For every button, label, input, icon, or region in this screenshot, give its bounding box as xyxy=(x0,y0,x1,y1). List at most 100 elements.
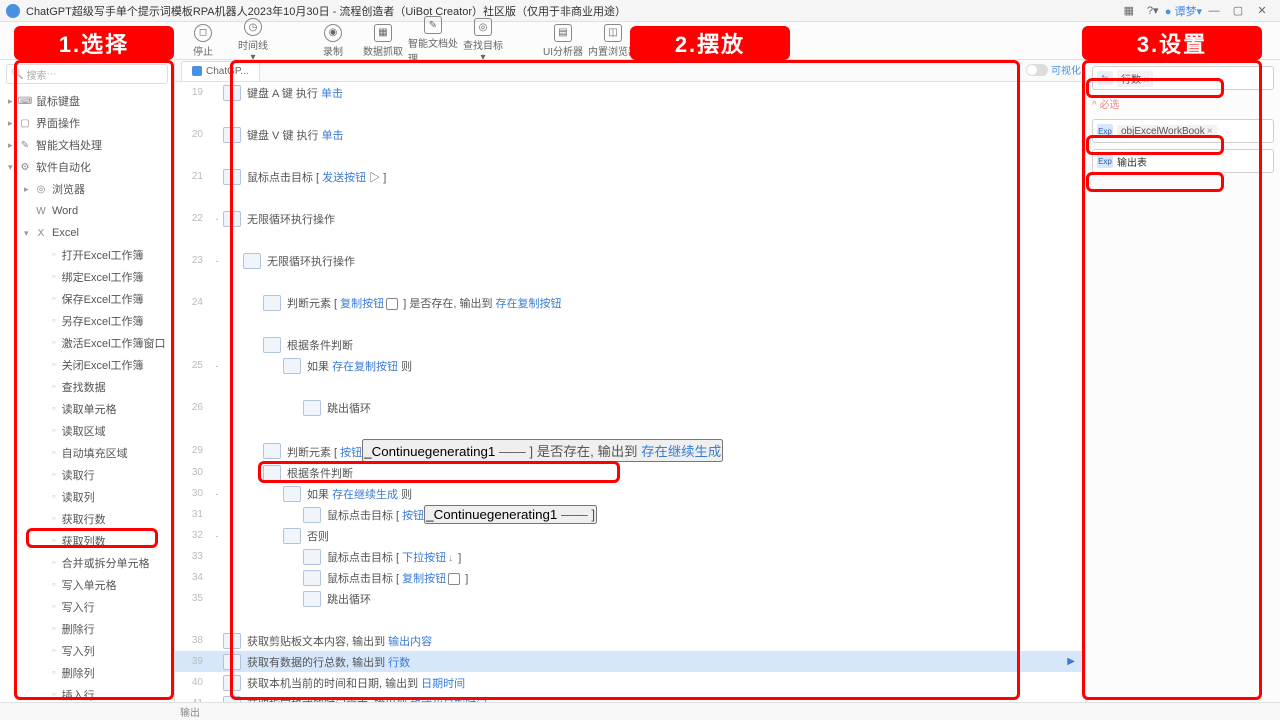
excel-item-7[interactable]: 读取单元格 xyxy=(0,398,174,420)
code-line[interactable]: 20键盘 V 键 执行 单击 xyxy=(175,124,1085,145)
ui-analyzer-button[interactable]: ▤UI分析器 xyxy=(538,24,588,58)
builtin-browser-button[interactable]: ◫内置浏览器 xyxy=(588,24,638,58)
code-line[interactable]: 29判断元素 [ 按钮_Continuegenerating1 —— ] 是否存… xyxy=(175,439,1085,462)
break-icon xyxy=(303,591,321,607)
window-title: ChatGPT超级写手单个提示词模板RPA机器人2023年10月30日 - 流程… xyxy=(26,3,1117,19)
prop-output-var[interactable]: fx行数× ▾ xyxy=(1092,66,1274,90)
cond-icon xyxy=(263,337,281,353)
excel-item-1[interactable]: 绑定Excel工作簿 xyxy=(0,266,174,288)
user-menu[interactable]: ● 谭梦▾ xyxy=(1165,3,1202,19)
code-line[interactable] xyxy=(175,145,1085,166)
cond-icon xyxy=(263,465,281,481)
excel-item-0[interactable]: 打开Excel工作簿 xyxy=(0,244,174,266)
excel-item-5[interactable]: 关闭Excel工作簿 xyxy=(0,354,174,376)
excel-item-8[interactable]: 读取区域 xyxy=(0,420,174,442)
code-line[interactable]: 40获取本机当前的时间和日期, 输出到 日期时间 xyxy=(175,672,1085,693)
code-line[interactable] xyxy=(175,609,1085,630)
cat-smart-doc[interactable]: ▸✎智能文档处理 xyxy=(0,134,174,156)
cat-ui[interactable]: ▸▢界面操作 xyxy=(0,112,174,134)
kb-icon xyxy=(223,127,241,143)
excel-item-12[interactable]: 获取行数 xyxy=(0,508,174,530)
app-icon xyxy=(6,4,20,18)
excel-item-20[interactable]: 插入行 xyxy=(0,684,174,702)
code-line[interactable] xyxy=(175,313,1085,334)
code-line[interactable]: 33鼠标点击目标 [ 下拉按钮↓ ] xyxy=(175,546,1085,567)
command-sidebar: 搜索⋯ ▸⌨鼠标键盘 ▸▢界面操作 ▸✎智能文档处理 ▾⚙软件自动化 ▸◎浏览器… xyxy=(0,60,175,702)
else-icon xyxy=(283,528,301,544)
clip-icon xyxy=(223,633,241,649)
excel-item-14[interactable]: 合并或拆分单元格 xyxy=(0,552,174,574)
status-bar: 输出 xyxy=(0,702,1280,720)
code-line[interactable]: 35跳出循环 xyxy=(175,588,1085,609)
tgt-icon xyxy=(303,507,321,523)
prop-workbook[interactable]: ExpobjExcelWorkBook× ▾ xyxy=(1092,119,1274,143)
code-line[interactable]: 26跳出循环 xyxy=(175,397,1085,418)
excel-item-2[interactable]: 保存Excel工作簿 xyxy=(0,288,174,310)
node-browser[interactable]: ▸◎浏览器 xyxy=(0,178,174,200)
data-scrape-button[interactable]: ▦数据抓取 xyxy=(358,24,408,58)
node-excel[interactable]: ▾XExcel xyxy=(0,222,174,244)
cat-automation[interactable]: ▾⚙软件自动化 xyxy=(0,156,174,178)
cat-mouse-kb[interactable]: ▸⌨鼠标键盘 xyxy=(0,90,174,112)
code-line[interactable]: 19键盘 A 键 执行 单击 xyxy=(175,82,1085,103)
close-button[interactable]: ✕ xyxy=(1250,4,1274,17)
help-icon[interactable]: ?▾ xyxy=(1141,4,1165,17)
tgt-icon xyxy=(303,549,321,565)
excel-item-13[interactable]: 获取列数 xyxy=(0,530,174,552)
output-tab[interactable]: 输出 xyxy=(180,704,200,719)
tgt-icon xyxy=(303,570,321,586)
minimize-button[interactable]: — xyxy=(1202,5,1226,17)
code-line[interactable]: 30根据条件判断 xyxy=(175,462,1085,483)
tab-active[interactable]: ChatGP... xyxy=(181,61,260,81)
code-line[interactable] xyxy=(175,187,1085,208)
smart-doc-button[interactable]: ✎智能文档处理 xyxy=(408,16,458,65)
code-line[interactable]: 39获取有数据的行总数, 输出到 行数▶ xyxy=(175,651,1085,672)
chk-icon xyxy=(263,443,281,459)
code-line[interactable]: 38获取剪贴板文本内容, 输出到 输出内容 xyxy=(175,630,1085,651)
code-line[interactable]: 22-无限循环执行操作 xyxy=(175,208,1085,229)
excel-item-11[interactable]: 读取列 xyxy=(0,486,174,508)
code-line[interactable]: 41获取指定格式的时间文本, 输出到 格式化日期时间 xyxy=(175,693,1085,702)
editor-area: ChatGP... 可视化 19键盘 A 键 执行 单击 20键盘 V 键 执行 … xyxy=(175,60,1085,702)
rows-icon xyxy=(223,654,241,670)
code-line[interactable]: 24判断元素 [ 复制按钮 ] 是否存在, 输出到 存在复制按钮 xyxy=(175,292,1085,313)
excel-item-18[interactable]: 写入列 xyxy=(0,640,174,662)
code-line[interactable]: 25-如果 存在复制按钮 则 xyxy=(175,355,1085,376)
excel-item-9[interactable]: 自动填充区域 xyxy=(0,442,174,464)
prop-sheet[interactable]: Exp输出表 ✎ xyxy=(1092,149,1274,173)
code-line[interactable]: 根据条件判断 xyxy=(175,334,1085,355)
code-line[interactable] xyxy=(175,271,1085,292)
code-editor[interactable]: 19键盘 A 键 执行 单击 20键盘 V 键 执行 单击 21鼠标点击目标 [ 发… xyxy=(175,82,1085,702)
excel-item-6[interactable]: 查找数据 xyxy=(0,376,174,398)
maximize-button[interactable]: ▢ xyxy=(1226,4,1250,17)
timeline-button[interactable]: ◷时间线▾ xyxy=(228,18,278,63)
record-button[interactable]: ◉录制 xyxy=(308,24,358,58)
grid-icon[interactable]: ▦ xyxy=(1117,4,1141,17)
code-line[interactable]: 30-如果 存在继续生成 则 xyxy=(175,483,1085,504)
code-line[interactable] xyxy=(175,103,1085,124)
run-line-button[interactable]: ▶ xyxy=(1067,656,1075,667)
search-input[interactable]: 搜索⋯ xyxy=(6,64,168,84)
code-line[interactable] xyxy=(175,418,1085,439)
code-line[interactable]: 23-无限循环执行操作 xyxy=(175,250,1085,271)
find-target-button[interactable]: ◎查找目标▾ xyxy=(458,18,508,63)
excel-item-16[interactable]: 写入行 xyxy=(0,596,174,618)
excel-item-19[interactable]: 删除列 xyxy=(0,662,174,684)
excel-item-15[interactable]: 写入单元格 xyxy=(0,574,174,596)
excel-item-17[interactable]: 删除行 xyxy=(0,618,174,640)
stop-button[interactable]: ◻停止 xyxy=(178,24,228,58)
code-line[interactable]: 32-否则 xyxy=(175,525,1085,546)
time-icon xyxy=(223,675,241,691)
code-line[interactable]: 34鼠标点击目标 [ 复制按钮 ] xyxy=(175,567,1085,588)
excel-item-10[interactable]: 读取行 xyxy=(0,464,174,486)
code-line[interactable] xyxy=(175,376,1085,397)
excel-item-4[interactable]: 激活Excel工作簿窗口 xyxy=(0,332,174,354)
node-word[interactable]: WWord xyxy=(0,200,174,222)
code-line[interactable]: 31鼠标点击目标 [ 按钮_Continuegenerating1 —— ] xyxy=(175,504,1085,525)
code-line[interactable]: 21鼠标点击目标 [ 发送按钮 ▷ ] xyxy=(175,166,1085,187)
code-line[interactable] xyxy=(175,229,1085,250)
excel-item-3[interactable]: 另存Excel工作簿 xyxy=(0,310,174,332)
visual-toggle[interactable]: 可视化 xyxy=(1026,62,1081,77)
titlebar: ChatGPT超级写手单个提示词模板RPA机器人2023年10月30日 - 流程… xyxy=(0,0,1280,22)
loop-icon xyxy=(223,211,241,227)
